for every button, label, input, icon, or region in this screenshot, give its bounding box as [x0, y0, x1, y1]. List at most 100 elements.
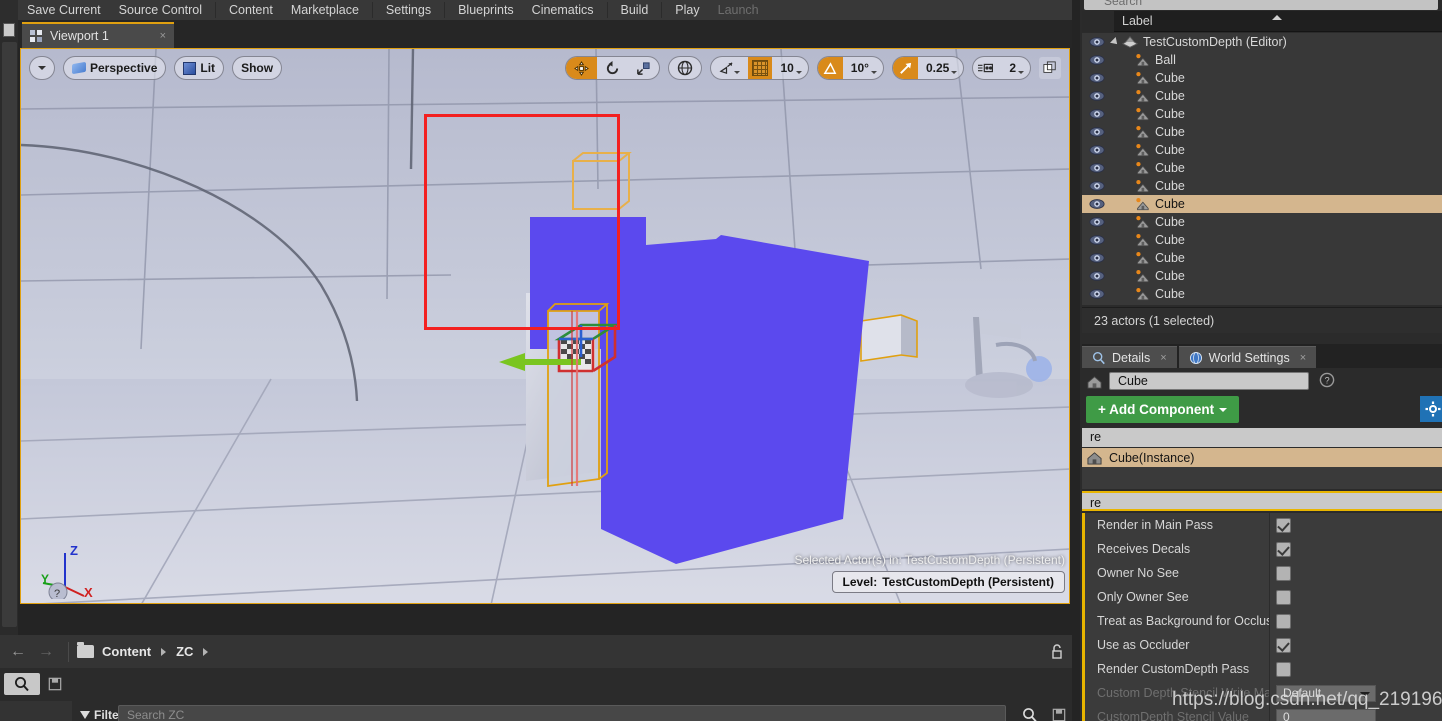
show-menu-group[interactable]: Show: [232, 56, 282, 80]
outliner-row-cube-10[interactable]: Cube: [1082, 213, 1442, 231]
breadcrumb-zc[interactable]: ZC: [176, 644, 193, 659]
close-icon[interactable]: ×: [1160, 352, 1166, 364]
visibility-eye-icon[interactable]: [1082, 33, 1112, 51]
menu-source-control[interactable]: Source Control: [110, 0, 211, 20]
blueprint-settings-button[interactable]: [1420, 396, 1442, 422]
coordinate-system-group[interactable]: [668, 56, 702, 80]
menu-content[interactable]: Content: [220, 0, 282, 20]
outliner-row-ball-1[interactable]: Ball: [1082, 51, 1442, 69]
outliner-row-cube-4[interactable]: Cube: [1082, 105, 1442, 123]
view-mode-group[interactable]: Lit: [174, 56, 224, 80]
breadcrumb-content[interactable]: Content: [102, 644, 151, 659]
property-checkbox[interactable]: [1276, 662, 1291, 677]
property-checkbox[interactable]: [1276, 566, 1291, 581]
angle-snap-toggle[interactable]: [818, 57, 843, 79]
camera-speed-group[interactable]: 2: [972, 56, 1031, 80]
lit-button[interactable]: Lit: [175, 57, 223, 79]
outliner-row-cube-9[interactable]: Cube: [1082, 195, 1442, 213]
component-search-input[interactable]: re: [1082, 428, 1442, 447]
add-component-button[interactable]: + Add Component: [1086, 396, 1239, 423]
outliner-row-testcustomdepth-editor-0[interactable]: TestCustomDepth (Editor): [1082, 33, 1442, 51]
outliner-row-cube-2[interactable]: Cube: [1082, 69, 1442, 87]
tab-world-settings[interactable]: World Settings ×: [1179, 346, 1317, 368]
visibility-eye-icon[interactable]: [1082, 177, 1112, 195]
grid-snap-toggle[interactable]: [748, 57, 772, 79]
menu-build[interactable]: Build: [612, 0, 658, 20]
close-icon[interactable]: ×: [160, 30, 166, 42]
scale-snap-group[interactable]: 0.25: [892, 56, 964, 80]
viewport-options-group[interactable]: [29, 56, 55, 80]
outliner-row-cube-5[interactable]: Cube: [1082, 123, 1442, 141]
forward-arrow-icon[interactable]: →: [32, 643, 60, 661]
scale-mode-button[interactable]: [628, 57, 659, 79]
lock-icon[interactable]: [1050, 644, 1064, 659]
property-checkbox[interactable]: [1276, 542, 1291, 557]
visibility-eye-icon[interactable]: [1082, 249, 1112, 267]
content-search-input[interactable]: Search ZC: [118, 705, 1006, 721]
visibility-eye-icon[interactable]: [1082, 69, 1112, 87]
left-strip-chip[interactable]: [3, 23, 15, 37]
actor-name-input[interactable]: Cube: [1109, 372, 1309, 390]
level-viewport[interactable]: Z Y X ? Selected Actor(s) in: TestCustom…: [20, 48, 1070, 604]
world-space-button[interactable]: [669, 57, 701, 79]
outliner-row-cube-13[interactable]: Cube: [1082, 267, 1442, 285]
maximize-viewport-button[interactable]: [1039, 57, 1061, 79]
outliner-list[interactable]: TestCustomDepth (Editor)BallCubeCubeCube…: [1082, 33, 1442, 305]
visibility-eye-icon[interactable]: [1082, 195, 1112, 213]
property-checkbox[interactable]: [1276, 518, 1291, 533]
visibility-eye-icon[interactable]: [1082, 231, 1112, 249]
viewport-options-button[interactable]: [30, 57, 54, 79]
outliner-search-input[interactable]: Search: [1084, 0, 1438, 10]
scale-snap-value[interactable]: 0.25: [918, 61, 955, 75]
property-search-input[interactable]: re: [1082, 491, 1442, 511]
property-row-receives-decals[interactable]: Receives Decals: [1085, 537, 1442, 561]
property-row-owner-no-see[interactable]: Owner No See: [1085, 561, 1442, 585]
tab-viewport-1[interactable]: Viewport 1 ×: [22, 22, 174, 48]
property-row-use-as-occluder[interactable]: Use as Occluder: [1085, 633, 1442, 657]
outliner-row-cube-7[interactable]: Cube: [1082, 159, 1442, 177]
surface-snap-button[interactable]: [711, 57, 748, 79]
content-save-icon[interactable]: [1052, 708, 1066, 721]
help-icon[interactable]: ?: [1319, 372, 1335, 391]
perspective-button[interactable]: Perspective: [64, 57, 165, 79]
outliner-row-cube-3[interactable]: Cube: [1082, 87, 1442, 105]
visibility-eye-icon[interactable]: [1082, 141, 1112, 159]
translate-mode-button[interactable]: [566, 57, 597, 79]
property-checkbox[interactable]: [1276, 638, 1291, 653]
visibility-eye-icon[interactable]: [1082, 285, 1112, 303]
sources-save-icon[interactable]: [44, 673, 66, 695]
rotate-mode-button[interactable]: [597, 57, 628, 79]
close-icon[interactable]: ×: [1300, 352, 1306, 364]
menu-play[interactable]: Play: [666, 0, 708, 20]
menu-settings[interactable]: Settings: [377, 0, 440, 20]
outliner-row-cube-11[interactable]: Cube: [1082, 231, 1442, 249]
property-row-render-in-main-pass[interactable]: Render in Main Pass: [1085, 513, 1442, 537]
visibility-eye-icon[interactable]: [1082, 159, 1112, 177]
visibility-eye-icon[interactable]: [1082, 123, 1112, 141]
menu-marketplace[interactable]: Marketplace: [282, 0, 368, 20]
outliner-row-cube-12[interactable]: Cube: [1082, 249, 1442, 267]
visibility-eye-icon[interactable]: [1082, 213, 1112, 231]
show-button[interactable]: Show: [233, 57, 281, 79]
tab-details[interactable]: Details ×: [1082, 346, 1177, 368]
content-search-icon[interactable]: [1022, 707, 1038, 721]
property-checkbox[interactable]: [1276, 614, 1291, 629]
visibility-eye-icon[interactable]: [1082, 51, 1112, 69]
menu-blueprints[interactable]: Blueprints: [449, 0, 523, 20]
back-arrow-icon[interactable]: ←: [4, 643, 32, 661]
transform-mode-group[interactable]: [565, 56, 660, 80]
menu-launch[interactable]: Launch: [709, 0, 768, 20]
outliner-row-cube-6[interactable]: Cube: [1082, 141, 1442, 159]
grid-snap-group[interactable]: 10: [710, 56, 808, 80]
sort-ascending-icon[interactable]: [1272, 15, 1282, 20]
outliner-row-cube-14[interactable]: Cube: [1082, 285, 1442, 303]
property-row-render-customdepth-pass[interactable]: Render CustomDepth Pass: [1085, 657, 1442, 681]
angle-snap-group[interactable]: 10°: [817, 56, 884, 80]
property-row-treat-as-background-for-occlusi[interactable]: Treat as Background for Occlusi: [1085, 609, 1442, 633]
camera-speed-button[interactable]: [973, 57, 1001, 79]
property-checkbox[interactable]: [1276, 590, 1291, 605]
visibility-eye-icon[interactable]: [1082, 87, 1112, 105]
menu-save-current[interactable]: Save Current: [18, 0, 110, 20]
component-tree-row[interactable]: Cube(Instance): [1082, 448, 1442, 467]
visibility-eye-icon[interactable]: [1082, 267, 1112, 285]
